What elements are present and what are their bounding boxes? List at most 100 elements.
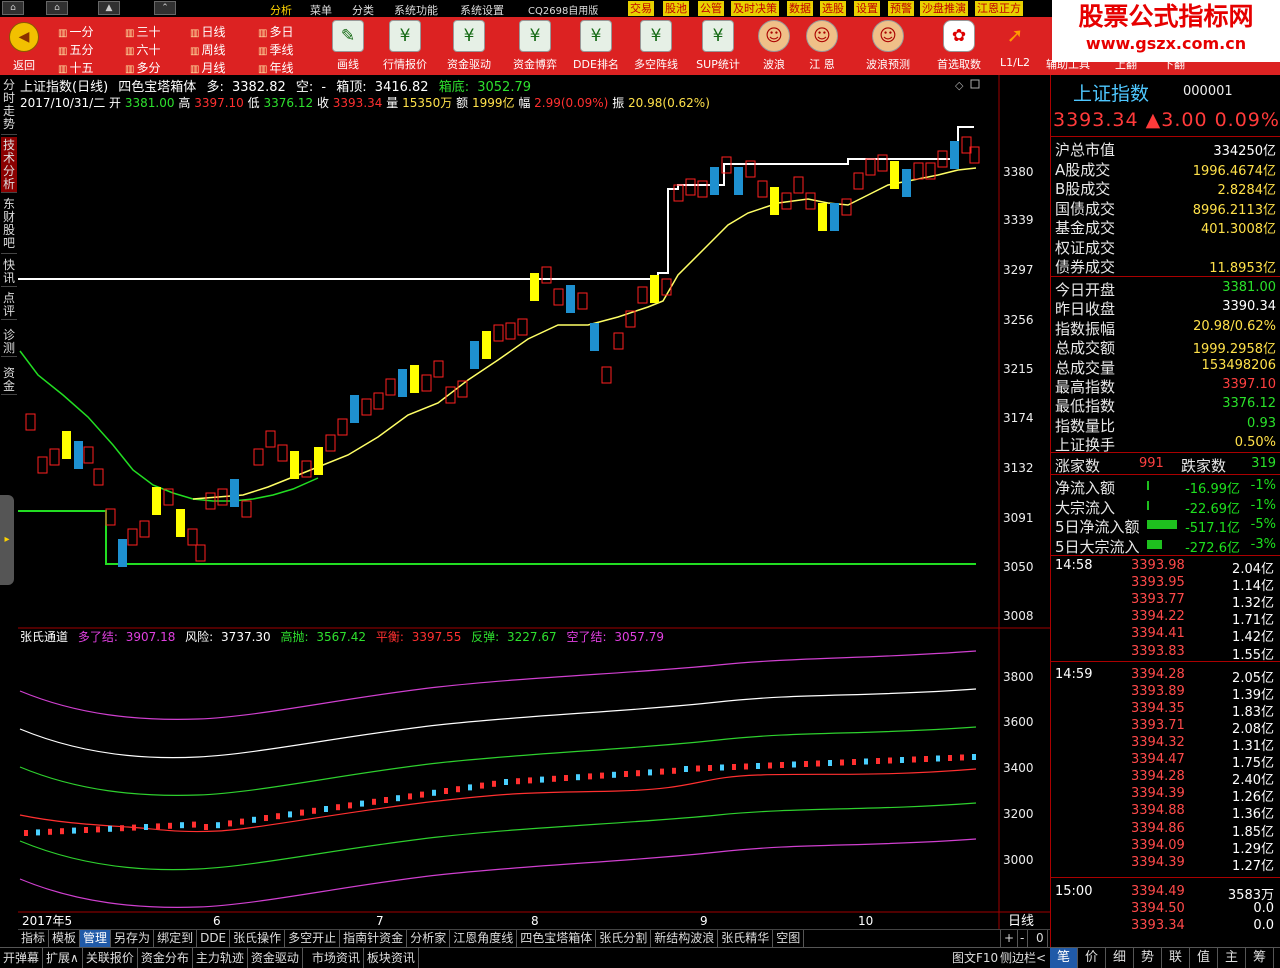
tab-sector-news[interactable]: 板块资讯 [364,948,419,968]
period-yearly[interactable]: ▥ 年线 [258,59,293,76]
home-icon[interactable]: ⌂ [46,1,68,15]
tab-related[interactable]: 联 [1162,948,1190,968]
double-chevron-up-icon[interactable]: ⌃ [154,1,176,15]
tab-gann-angle[interactable]: 江恩角度线 [450,930,518,947]
quick-trade[interactable]: 交易 [628,1,654,16]
tab-price[interactable]: 价 [1078,948,1106,968]
draw-line-button[interactable]: ✎ 画线 [330,20,366,74]
tab-trend[interactable]: 势 [1134,948,1162,968]
tab-fund-drive[interactable]: 资金驱动 [248,948,303,968]
candle [950,141,959,169]
period-60min[interactable]: ▥ 六十 [125,41,160,58]
fund-game-button[interactable]: ¥ 资金博弈 [507,20,563,74]
wave-forecast-button[interactable]: ☺ 波浪预测 [860,20,916,74]
tab-four-color-tower[interactable]: 四色宝塔箱体 [517,930,597,947]
period-daily[interactable]: ▥ 日线 [190,23,225,40]
tab-danmaku[interactable]: 开弹幕 [0,948,44,968]
menu-analysis[interactable]: 分析 [270,2,292,18]
tab-dde[interactable]: DDE [197,930,231,947]
zoom-in-button[interactable]: + [1000,930,1019,947]
sub-candle [624,771,628,777]
f10-button[interactable]: 图文F10 [952,948,998,968]
back-button[interactable]: ◀ 返回 [5,20,43,72]
period-5min[interactable]: ▥ 五分 [58,41,93,58]
candle [637,286,648,304]
watermark-banner: 股票公式指标网 www.gszx.com.cn [1052,0,1280,62]
quick-data[interactable]: 数据 [787,1,813,16]
period-weekly[interactable]: ▥ 周线 [190,41,225,58]
dde-rank-button[interactable]: ¥ DDE排名 [568,20,624,74]
tab-diagnosis[interactable]: 诊测 [1,327,17,357]
menu-system-functions[interactable]: 系统功能 [394,2,438,18]
l1-l2-button[interactable]: ➚ L1/L2 [997,20,1033,74]
fund-drive-button[interactable]: ¥ 资金驱动 [441,20,497,74]
tab-zhang-operation[interactable]: 张氏操作 [230,930,286,947]
zoom-out-button[interactable]: - [1017,930,1029,947]
quick-settings[interactable]: 设置 [854,1,880,16]
period-30min[interactable]: ▥ 三十 [125,23,160,40]
index-change: ▲3.00 [1145,109,1208,131]
quick-sandbox[interactable]: 沙盘推演 [920,1,968,16]
tab-intraday[interactable]: 分时走势 [1,77,17,135]
flow-bar [1147,520,1177,529]
tab-related-quote[interactable]: 关联报价 [83,948,138,968]
period-multi-day[interactable]: ▥ 多日 [258,23,293,40]
maximize-icon[interactable] [970,79,980,89]
tab-manage[interactable]: 管理 [80,930,112,947]
tab-zhang-essence[interactable]: 张氏精华 [718,930,774,947]
tab-eastmoney-forum[interactable]: 东财股吧 [1,196,17,254]
stat-value: 0.93 [1247,415,1276,431]
collapse-handle[interactable]: ▸ [0,495,14,585]
home-icon[interactable]: ⌂ [2,1,24,15]
quote-button[interactable]: ¥ 行情报价 [377,20,433,74]
quick-alert[interactable]: 预警 [888,1,914,16]
wave-button[interactable]: ☺ 波浪 [756,20,792,74]
tab-funds[interactable]: 资金 [1,365,17,395]
period-monthly[interactable]: ▥ 月线 [190,59,225,76]
quick-stock-pool[interactable]: 股池 [663,1,689,16]
long-short-button[interactable]: ¥ 多空阵线 [628,20,684,74]
tab-indicator[interactable]: 指标 [18,930,50,947]
tab-trades[interactable]: 笔 [1050,948,1078,968]
menu-system-settings[interactable]: 系统设置 [460,2,504,18]
tab-news-flash[interactable]: 快讯 [1,257,17,287]
period-multi-min[interactable]: ▥ 多分 [125,59,160,76]
tab-fund-distribution[interactable]: 资金分布 [138,948,193,968]
tab-detail[interactable]: 细 [1106,948,1134,968]
sup-stats-button[interactable]: ¥ SUP统计 [690,20,746,74]
tab-save-as[interactable]: 另存为 [111,930,155,947]
zoom-reset-button[interactable]: 0 [1033,930,1048,947]
tab-new-wave[interactable]: 新结构波浪 [651,930,719,947]
tab-comments[interactable]: 点评 [1,290,17,320]
tab-technical-analysis[interactable]: 技术分析 [1,137,17,193]
tab-zhang-split[interactable]: 张氏分割 [596,930,652,947]
tab-main-track[interactable]: 主力轨迹 [193,948,248,968]
tab-value[interactable]: 值 [1190,948,1218,968]
kline-chart[interactable]: ◇ 上证指数(日线) 四色宝塔箱体 多: 3382.82 空: - 箱顶: 34… [18,75,1050,929]
menu-category[interactable]: 分类 [352,2,374,18]
tab-analyst[interactable]: 分析家 [407,930,451,947]
quick-decision[interactable]: 及时决策 [731,1,779,16]
candle [577,292,588,310]
quick-public[interactable]: 公管 [698,1,724,16]
tab-bind-to[interactable]: 绑定到 [154,930,198,947]
sidebar-toggle[interactable]: 侧边栏< [1000,948,1046,968]
chevron-up-icon[interactable]: ▲ [98,1,120,15]
menu-main[interactable]: 菜单 [310,2,332,18]
quick-stock-select[interactable]: 选股 [820,1,846,16]
gann-button[interactable]: ☺ 江 恩 [802,20,842,74]
tab-template[interactable]: 模板 [49,930,81,947]
quick-gann[interactable]: 江恩正方 [975,1,1023,16]
tab-main[interactable]: 主 [1218,948,1246,968]
tab-market-news[interactable]: 市场资讯 [309,948,364,968]
market-stat-row: B股成交 2.8284亿 [1053,177,1278,198]
tab-expand[interactable]: 扩展∧ [43,948,83,968]
tab-compass-funds[interactable]: 指南针资金 [340,930,408,947]
tab-long-short[interactable]: 多空开止 [285,930,341,947]
period-15min[interactable]: ▥ 十五 [58,59,93,76]
period-quarterly[interactable]: ▥ 季线 [258,41,293,58]
tab-chips[interactable]: 筹 [1246,948,1274,968]
preferred-data-button[interactable]: ✿ 首选取数 [930,20,988,74]
period-1min[interactable]: ▥ 一分 [58,23,93,40]
tab-empty-chart[interactable]: 空图 [773,930,805,947]
